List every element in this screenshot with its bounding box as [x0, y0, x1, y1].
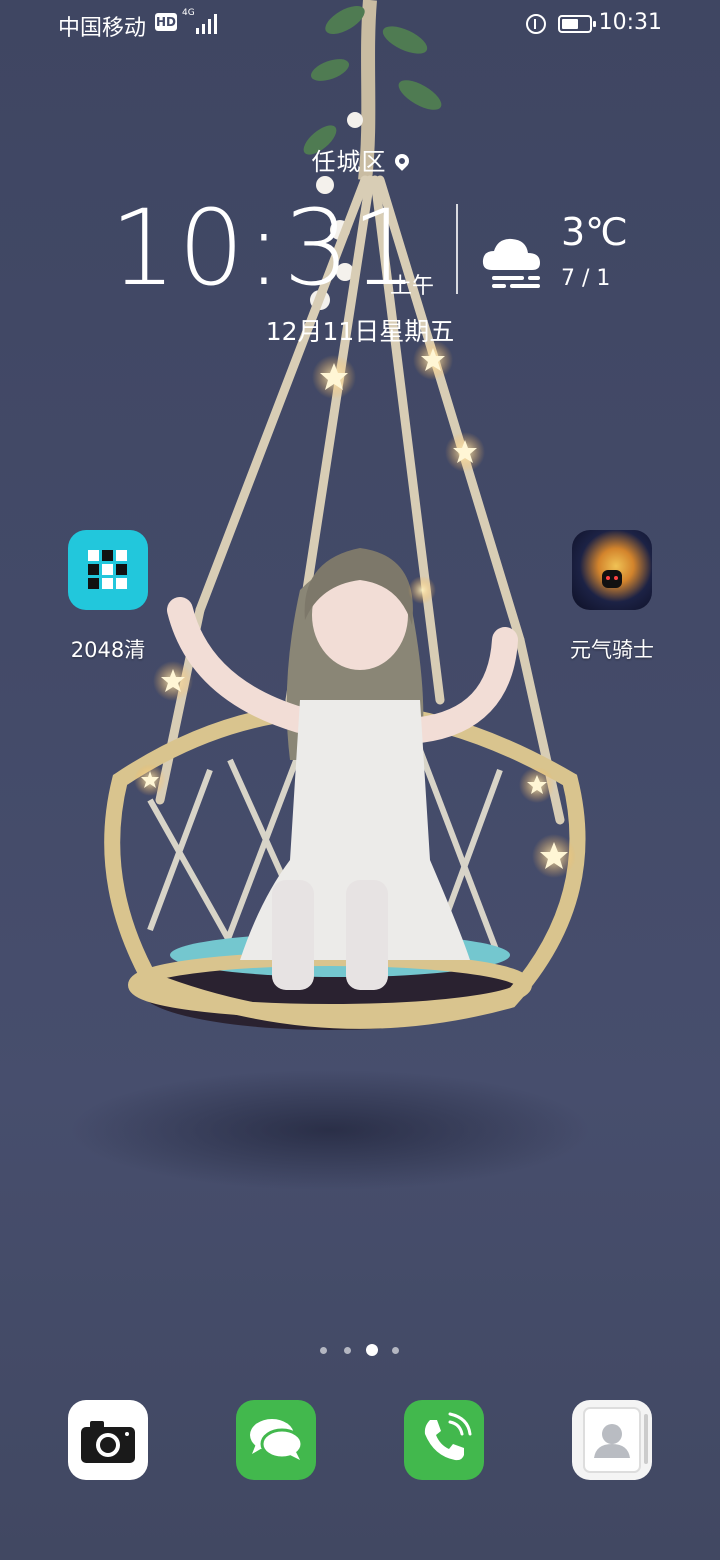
- battery-icon: [558, 15, 596, 33]
- signal-icon: [196, 12, 222, 34]
- 2048-grid-icon[interactable]: [68, 530, 148, 610]
- app-label: 2048清: [70, 638, 146, 662]
- data-saver-icon: [526, 14, 546, 34]
- chat-bubbles-icon: [250, 1419, 304, 1460]
- status-bar: 中国移动 HD 4G 10:31: [0, 0, 720, 52]
- app-soul-knight[interactable]: 元气骑士: [547, 530, 677, 664]
- contacts-app[interactable]: [572, 1400, 652, 1480]
- messages-app[interactable]: [236, 1400, 316, 1480]
- app-label: 元气骑士: [570, 638, 654, 662]
- location-label: 任城区: [311, 148, 387, 176]
- page-dot[interactable]: [320, 1347, 327, 1354]
- camera-icon: [81, 1421, 135, 1463]
- camera-app[interactable]: [68, 1400, 148, 1480]
- carrier-name: 中国移动: [58, 16, 147, 41]
- page-indicator[interactable]: [0, 1344, 720, 1358]
- location-pin-icon: [391, 151, 412, 171]
- page-dot[interactable]: [344, 1347, 351, 1354]
- phone-app[interactable]: [404, 1400, 484, 1480]
- network-type: 4G: [182, 8, 195, 18]
- location[interactable]: 任城区: [0, 142, 720, 177]
- hd-badge: HD: [155, 13, 177, 31]
- date-label[interactable]: 12月11日星期五: [0, 312, 720, 348]
- page-dot[interactable]: [392, 1347, 399, 1354]
- clock-time[interactable]: 10:31: [110, 196, 420, 300]
- page-dot-active[interactable]: [366, 1344, 378, 1356]
- widget-divider: [456, 204, 458, 294]
- cloud-fog-icon[interactable]: [478, 226, 548, 296]
- soul-knight-icon[interactable]: [572, 530, 652, 610]
- app-2048[interactable]: 2048清: [43, 530, 173, 664]
- clock-ampm: 上午: [390, 274, 435, 299]
- temperature[interactable]: 3℃: [561, 210, 628, 254]
- contact-icon: [583, 1407, 648, 1473]
- phone-icon: [424, 1412, 472, 1461]
- temperature-range: 7 / 1: [561, 266, 611, 291]
- status-time: 10:31: [598, 10, 662, 35]
